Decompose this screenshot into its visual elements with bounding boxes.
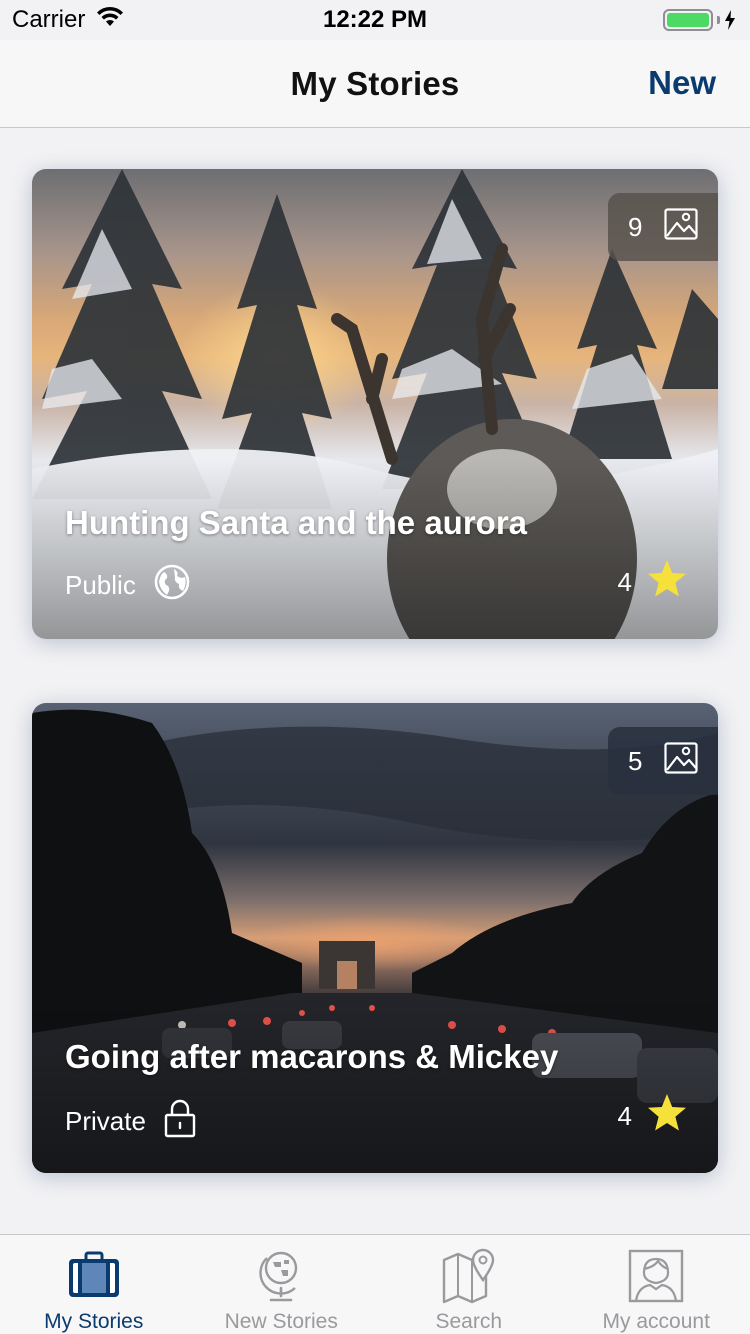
tab-label: My Stories <box>44 1310 144 1333</box>
story-title: Going after macarons & Mickey <box>65 1038 559 1075</box>
tab-new-stories[interactable]: New Stories <box>188 1235 376 1334</box>
charging-bolt-icon <box>725 10 735 30</box>
user-portrait-icon <box>628 1247 684 1304</box>
globe-stand-icon <box>257 1247 305 1304</box>
page-title: My Stories <box>290 64 460 102</box>
image-icon <box>664 741 698 781</box>
photo-count: 9 <box>628 211 643 242</box>
photo-count-badge: 5 <box>608 727 718 795</box>
tab-label: Search <box>435 1310 503 1333</box>
visibility-label: Private <box>65 1106 146 1136</box>
card-gradient-overlay <box>32 993 718 1173</box>
story-visibility: Private <box>65 1098 196 1145</box>
battery-icon <box>663 9 736 31</box>
tab-label: New Stories <box>224 1310 338 1333</box>
rating-value: 4 <box>617 1101 632 1131</box>
status-left: Carrier <box>12 6 125 35</box>
card-gradient-overlay <box>32 459 718 639</box>
tab-search[interactable]: Search <box>375 1235 563 1334</box>
photo-count: 5 <box>628 745 643 776</box>
story-card[interactable]: 9 Hunting Santa and the aurora Public 4 <box>32 169 718 639</box>
suitcase-icon <box>66 1247 122 1304</box>
globe-icon <box>154 564 190 607</box>
status-bar: Carrier 12:22 PM <box>0 0 750 40</box>
star-icon <box>646 1093 688 1140</box>
rating-value: 4 <box>617 567 632 597</box>
photo-count-badge: 9 <box>608 193 718 261</box>
story-rating: 4 <box>618 559 688 606</box>
visibility-label: Public <box>65 570 136 600</box>
navigation-bar: My Stories New <box>0 40 750 128</box>
carrier-label: Carrier <box>12 6 86 33</box>
star-icon <box>646 559 688 606</box>
wifi-icon <box>95 6 125 35</box>
story-visibility: Public <box>65 564 190 607</box>
tab-label: My account <box>602 1310 710 1333</box>
story-card[interactable]: 5 Going after macarons & Mickey Private <box>32 703 718 1173</box>
story-list[interactable]: 9 Hunting Santa and the aurora Public 4 … <box>0 129 750 1234</box>
new-story-button[interactable]: New <box>648 64 716 102</box>
map-pin-icon <box>441 1247 497 1304</box>
image-icon <box>664 207 698 247</box>
tab-bar: My Stories New Stories Search My account <box>0 1234 750 1334</box>
tab-my-account[interactable]: My account <box>563 1235 750 1334</box>
story-title: Hunting Santa and the aurora <box>65 504 528 541</box>
story-rating: 4 <box>618 1093 688 1140</box>
lock-icon <box>164 1098 196 1145</box>
tab-my-stories[interactable]: My Stories <box>0 1235 188 1334</box>
